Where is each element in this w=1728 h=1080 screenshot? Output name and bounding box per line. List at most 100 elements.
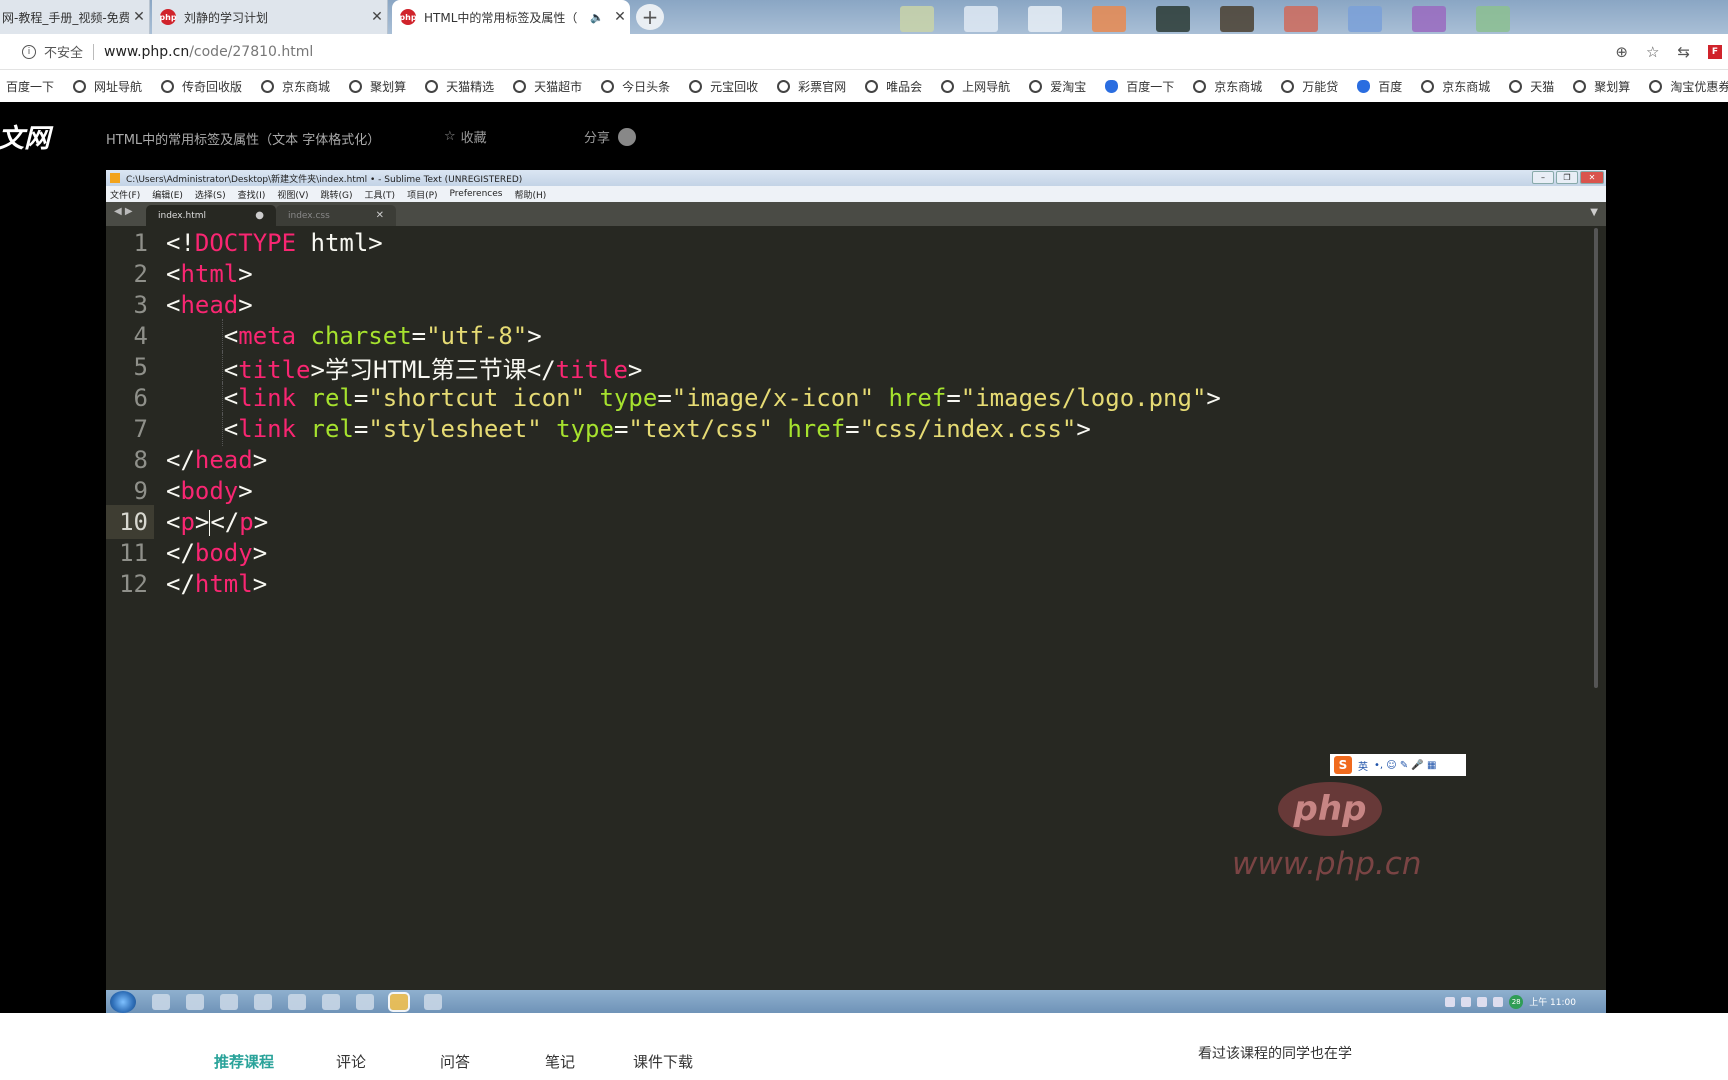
weibo-icon[interactable] bbox=[618, 127, 637, 146]
code-line: 3 <head> bbox=[106, 288, 1586, 322]
bookmark-item[interactable]: 百度 bbox=[1357, 78, 1402, 95]
bookmark-item[interactable]: 元宝回收 bbox=[689, 78, 758, 95]
speaker-icon[interactable]: 🔈 bbox=[590, 11, 604, 24]
restore-icon: ❐ bbox=[1556, 171, 1578, 184]
close-icon[interactable]: ✕ bbox=[129, 9, 149, 25]
url-path: /code/27810.html bbox=[189, 43, 314, 60]
tray-icon bbox=[1445, 996, 1456, 1007]
windows-start-icon bbox=[110, 990, 136, 1013]
bookmark-item[interactable]: 聚划算 bbox=[1573, 78, 1630, 95]
security-status[interactable]: 不安全 bbox=[44, 42, 83, 61]
sync-icon[interactable]: ⇆ bbox=[1677, 43, 1690, 61]
bookmark-item[interactable]: 天猫 bbox=[1509, 78, 1554, 95]
bookmark-label: 元宝回收 bbox=[710, 79, 759, 94]
close-icon: ✕ bbox=[1580, 171, 1604, 184]
bookmark-label: 上网导航 bbox=[962, 79, 1011, 94]
globe-icon bbox=[73, 79, 87, 93]
bookmark-label: 百度一下 bbox=[6, 79, 55, 94]
close-icon[interactable]: ✕ bbox=[610, 9, 630, 25]
globe-icon bbox=[941, 79, 955, 93]
zoom-icon[interactable]: ⊕ bbox=[1615, 43, 1628, 61]
address-bar-actions: ⊕ ☆ ⇆ F bbox=[1615, 34, 1728, 70]
bookmark-item[interactable]: 万能贷 bbox=[1281, 78, 1338, 95]
bookmark-label: 百度 bbox=[1378, 79, 1403, 94]
menu-goto: 跳转(G) bbox=[320, 190, 353, 201]
bookmark-star-icon[interactable]: ☆ bbox=[1646, 43, 1659, 61]
close-icon: ✕ bbox=[375, 210, 384, 221]
tab-notes[interactable]: 笔记 bbox=[545, 1051, 575, 1072]
star-icon: ☆ bbox=[444, 129, 456, 144]
bookmark-item[interactable]: 淘宝优惠券 bbox=[1649, 78, 1728, 95]
code-line: 7 <link rel="stylesheet" type="text/css"… bbox=[106, 412, 1586, 446]
sublime-tabbar: ◀ ▶ index.html ● index.css ✕ ▼ bbox=[106, 202, 1606, 226]
bookmark-item[interactable]: 传奇回收版 bbox=[161, 78, 242, 95]
bookmark-item[interactable]: 唯品会 bbox=[865, 78, 922, 95]
globe-icon bbox=[865, 79, 879, 93]
bookmark-item[interactable]: 网址导航 bbox=[73, 78, 142, 95]
code-text: <body> bbox=[166, 477, 253, 505]
favorite-button[interactable]: ☆ 收藏 bbox=[444, 127, 487, 146]
bookmark-item[interactable]: 京东商城 bbox=[1193, 78, 1262, 95]
bookmark-item[interactable]: 百度一下 bbox=[1105, 78, 1174, 95]
code-line: 8 </head> bbox=[106, 443, 1586, 477]
window-controls: – ❐ ✕ bbox=[1532, 171, 1604, 184]
site-header: 文网 HTML中的常用标签及属性（文本 字体格式化） ☆ 收藏 分享 bbox=[0, 102, 1728, 170]
tab-courseware-download[interactable]: 课件下载 bbox=[633, 1051, 693, 1072]
bookmark-item[interactable]: 聚划算 bbox=[349, 78, 406, 95]
php-favicon-icon: php bbox=[399, 9, 417, 25]
baidu-paw-icon bbox=[1105, 79, 1119, 93]
share-button[interactable]: 分享 bbox=[584, 127, 637, 146]
globe-icon bbox=[1573, 79, 1587, 93]
code-text: <p></p> bbox=[166, 508, 269, 536]
bookmark-item[interactable]: 天猫精选 bbox=[425, 78, 494, 95]
bookmark-item[interactable]: 上网导航 bbox=[941, 78, 1010, 95]
bookmark-label: 聚划算 bbox=[1594, 79, 1631, 94]
bookmark-label: 天猫 bbox=[1530, 79, 1555, 94]
globe-icon bbox=[513, 79, 527, 93]
tab-qa[interactable]: 问答 bbox=[440, 1051, 470, 1072]
tab-comments[interactable]: 评论 bbox=[336, 1051, 366, 1072]
extension-icon[interactable]: F bbox=[1708, 45, 1722, 59]
tray-icon bbox=[1461, 996, 1472, 1007]
site-logo[interactable]: 文网 bbox=[0, 118, 50, 155]
browser-tab-label: HTML中的常用标签及属性（ bbox=[424, 10, 578, 25]
bookmark-item[interactable]: 百度一下 bbox=[6, 78, 54, 95]
globe-icon bbox=[261, 79, 275, 93]
bookmark-item[interactable]: 京东商城 bbox=[261, 78, 330, 95]
video-player[interactable]: C:\Users\Administrator\Desktop\新建文件夹\ind… bbox=[106, 170, 1606, 1013]
tab-recommended-courses[interactable]: 推荐课程 bbox=[214, 1051, 274, 1072]
globe-icon bbox=[1509, 79, 1523, 93]
info-icon[interactable]: i bbox=[22, 44, 36, 59]
php-watermark: php www.php.cn bbox=[1232, 782, 1462, 892]
browser-tab-3-active[interactable]: php HTML中的常用标签及属性（ 🔈 ✕ bbox=[392, 0, 630, 34]
browser-tab-1[interactable]: 网-教程_手册_视频-免费 ✕ bbox=[0, 0, 150, 34]
code-line: 4 <meta charset="utf-8"> bbox=[106, 319, 1586, 353]
line-number: 10 bbox=[119, 508, 148, 536]
browser-tab-2[interactable]: php 刘静的学习计划 ✕ bbox=[152, 0, 388, 34]
bookmark-item[interactable]: 天猫超市 bbox=[513, 78, 582, 95]
editor-tab-index-css: index.css ✕ bbox=[276, 205, 396, 226]
bookmark-item[interactable]: 爱淘宝 bbox=[1029, 78, 1086, 95]
browser-tabstrip: 网-教程_手册_视频-免费 ✕ php 刘静的学习计划 ✕ php HTML中的… bbox=[0, 0, 1728, 34]
bookmark-item[interactable]: 京东商城 bbox=[1421, 78, 1490, 95]
code-text: <html> bbox=[166, 260, 253, 288]
new-tab-button[interactable]: + bbox=[636, 4, 664, 30]
code-line: 5 <title>学习HTML第三节课</title> bbox=[106, 350, 1586, 384]
sublime-taskbar-icon bbox=[388, 991, 410, 1012]
code-text: <meta charset="utf-8"> bbox=[166, 322, 542, 350]
bookmark-item[interactable]: 彩票官网 bbox=[777, 78, 846, 95]
bookmark-item[interactable]: 今日头条 bbox=[601, 78, 670, 95]
close-icon[interactable]: ✕ bbox=[367, 9, 387, 25]
browser-tab-label: 刘静的学习计划 bbox=[184, 10, 269, 25]
url-input[interactable]: www.php.cn/code/27810.html bbox=[104, 44, 313, 60]
line-number: 11 bbox=[119, 539, 148, 567]
course-tabs-area: 推荐课程 评论 问答 笔记 课件下载 看过该课程的同学也在学 bbox=[0, 1013, 1728, 1080]
line-number: 5 bbox=[133, 353, 148, 381]
menu-edit: 编辑(E) bbox=[152, 190, 183, 201]
php-logo: php bbox=[1278, 782, 1382, 836]
editor-tab-label: index.css bbox=[288, 210, 330, 221]
line-number: 4 bbox=[133, 322, 148, 350]
code-line: 11 </body> bbox=[106, 536, 1586, 570]
unsaved-dot-icon: ● bbox=[255, 210, 264, 221]
globe-icon bbox=[1281, 79, 1295, 93]
